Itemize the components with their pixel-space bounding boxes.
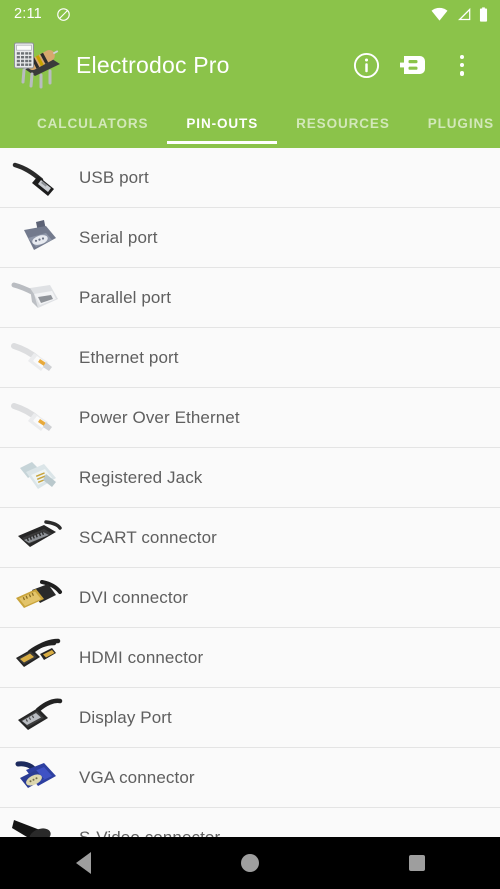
list-item[interactable]: Ethernet port [0,328,500,388]
scart-connector-icon [10,516,66,560]
nav-back-button[interactable] [47,837,119,889]
list-item-label: Display Port [79,707,172,727]
list-item-label: DVI connector [79,587,189,607]
do-not-disturb-icon [57,7,70,21]
list-item[interactable]: USB port [0,148,500,208]
list-item-label: Parallel port [79,287,172,307]
poe-rj45-connector-icon [10,396,66,440]
parallel-db25-connector-icon [10,276,66,320]
home-circle-icon [240,854,259,872]
list-item[interactable]: SCART connector [0,508,500,568]
status-time: 2:11 [14,6,42,22]
app-bar: Electrodoc Pro [0,28,500,102]
battery-icon [479,6,488,22]
list-item[interactable]: S-Video connector [0,808,500,837]
nav-recents-button[interactable] [381,837,453,889]
svideo-connector-icon [10,816,66,837]
list-item[interactable]: VGA connector [0,748,500,808]
status-right-icons [431,6,488,22]
list-item-label: Registered Jack [79,467,203,487]
hdmi-connector-icon [10,636,66,680]
tab-calculators[interactable]: CALCULATORS [18,102,167,144]
connector-button[interactable] [390,41,438,89]
info-icon [353,52,379,78]
dvi-connector-icon [10,576,66,620]
back-triangle-icon [75,852,91,874]
connector-icon [400,56,425,74]
app-title: Electrodoc Pro [76,51,230,78]
list-item-label: SCART connector [79,527,217,547]
cell-signal-icon [458,7,471,21]
list-item-label: Ethernet port [79,347,179,367]
list-item[interactable]: Registered Jack [0,448,500,508]
list-item[interactable]: Serial port [0,208,500,268]
status-bar: 2:11 [0,0,500,28]
tab-plugins[interactable]: PLUGINS [409,102,500,144]
list-item-label: Serial port [79,227,158,247]
tab-bar: CALCULATORS PIN-OUTS RESOURCES PLUGINS [0,102,500,148]
list-item-label: VGA connector [79,767,195,787]
nav-home-button[interactable] [214,837,286,889]
registered-jack-connector-icon [10,456,66,500]
list-item-label: Power Over Ethernet [79,407,240,427]
list-item-label: USB port [79,167,149,187]
app-bar-actions [342,41,486,89]
info-button[interactable] [342,41,390,89]
ethernet-rj45-connector-icon [10,336,66,380]
list-item[interactable]: Power Over Ethernet [0,388,500,448]
android-navigation-bar [0,837,500,889]
displayport-connector-icon [10,696,66,740]
list-item[interactable]: DVI connector [0,568,500,628]
list-item-label: S-Video connector [79,827,221,838]
status-left-icons [56,7,71,22]
tab-pin-outs[interactable]: PIN-OUTS [167,102,277,144]
list-item[interactable]: Parallel port [0,268,500,328]
recents-square-icon [408,855,425,871]
overflow-menu-button[interactable] [438,41,486,89]
list-item[interactable]: Display Port [0,688,500,748]
serial-db9-connector-icon [10,216,66,260]
tab-resources[interactable]: RESOURCES [277,102,409,144]
pinouts-list[interactable]: USB port Serial port Parallel port Ether… [0,148,500,837]
wifi-icon [431,7,448,21]
list-item[interactable]: HDMI connector [0,628,500,688]
usb-connector-icon [10,156,66,200]
list-item-label: HDMI connector [79,647,204,667]
electrodoc-logo-icon [10,37,66,93]
vga-connector-icon [10,756,66,800]
overflow-menu-icon [459,54,465,76]
